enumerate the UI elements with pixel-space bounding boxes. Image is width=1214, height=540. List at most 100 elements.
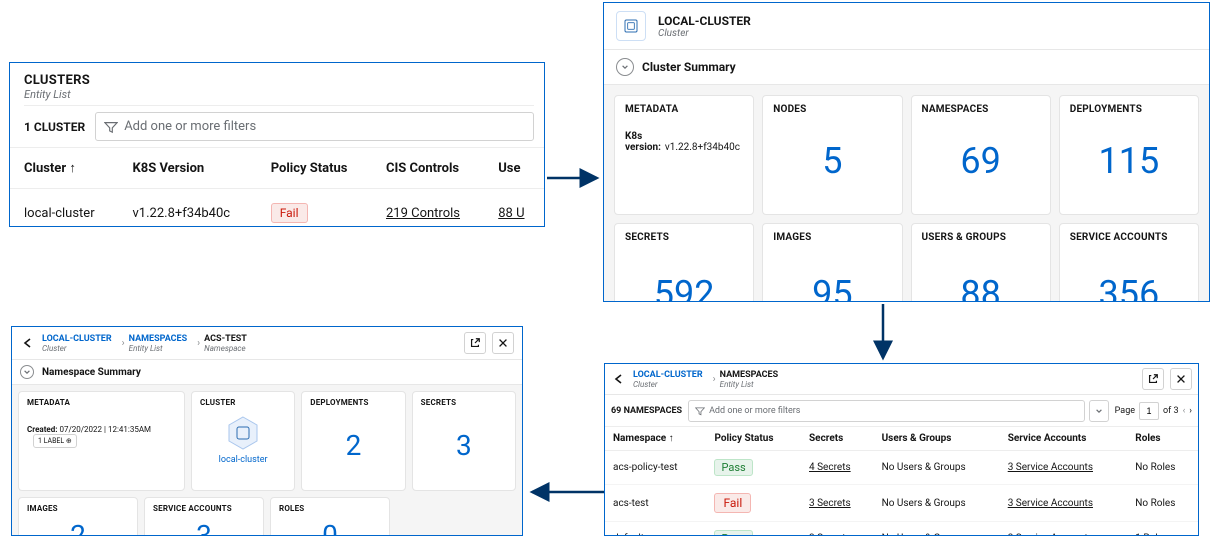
- tile-value: 2: [310, 429, 396, 462]
- namespaces-list-panel: LOCAL-CLUSTERCluster › NAMESPACESEntity …: [604, 363, 1199, 536]
- cis-link[interactable]: 219 Controls: [386, 206, 460, 221]
- page-input[interactable]: [1139, 402, 1159, 420]
- tile-label: IMAGES: [27, 504, 129, 513]
- cluster-hex-icon: [223, 413, 263, 453]
- page-next-button[interactable]: ›: [1189, 406, 1192, 416]
- created-label: Created:: [27, 425, 57, 434]
- clusters-table: Cluster ↑ K8S Version Policy Status CIS …: [10, 147, 544, 237]
- tile-roles[interactable]: ROLES 0: [270, 497, 390, 536]
- tile-label: IMAGES: [773, 232, 891, 243]
- section-header[interactable]: Namespace Summary: [12, 360, 522, 385]
- label-count-pill[interactable]: 1 LABEL ⊕: [33, 434, 77, 448]
- tile-deployments[interactable]: DEPLOYMENTS 2: [301, 391, 405, 491]
- cluster-link[interactable]: local-cluster: [200, 455, 286, 465]
- cell-ug: No Users & Groups: [874, 485, 1000, 522]
- tile-label: SERVICE ACCOUNTS: [153, 504, 255, 513]
- arrow-2: [853, 302, 913, 367]
- tile-images[interactable]: IMAGES2: [18, 497, 138, 536]
- page-of: of 3: [1163, 406, 1179, 416]
- tile-service-accounts[interactable]: SERVICE ACCOUNTS 3: [144, 497, 264, 536]
- tile-deployments[interactable]: DEPLOYMENTS115: [1059, 95, 1199, 215]
- close-button[interactable]: [492, 332, 514, 354]
- page-label: Page: [1115, 406, 1135, 416]
- tile-images[interactable]: IMAGES95: [762, 223, 902, 302]
- tile-label: DEPLOYMENTS: [310, 398, 396, 407]
- secrets-link[interactable]: 4 Secrets: [809, 462, 851, 473]
- sa-link[interactable]: 3 Service Accounts: [1008, 462, 1093, 473]
- tile-cluster[interactable]: CLUSTER local-cluster: [191, 391, 295, 491]
- tile-label: SERVICE ACCOUNTS: [1070, 232, 1188, 243]
- k8s-label: K8s version:: [625, 131, 661, 153]
- chevron-down-icon: [20, 365, 34, 379]
- cell-ns: acs-policy-test: [605, 451, 706, 485]
- breadcrumb-cluster[interactable]: LOCAL-CLUSTERCluster: [42, 334, 112, 353]
- namespace-summary-panel: LOCAL-CLUSTERCluster › NAMESPACESEntity …: [11, 326, 523, 536]
- tile-secrets[interactable]: SECRETS 592: [614, 223, 754, 302]
- secrets-link[interactable]: 3 Secrets: [809, 533, 851, 536]
- col-cis[interactable]: CIS Controls: [372, 148, 484, 189]
- filter-placeholder: Add one or more filters: [124, 119, 256, 134]
- tile-value: 69: [922, 140, 1040, 182]
- clusters-count: 1 CLUSTER: [24, 120, 85, 134]
- sa-link[interactable]: 3 Service Accounts: [1008, 498, 1093, 509]
- tile-label: ROLES: [279, 504, 381, 513]
- tile-nodes[interactable]: NODES 5: [762, 95, 902, 215]
- tile-value: 3: [153, 519, 255, 536]
- tile-label: NODES: [773, 104, 891, 115]
- tile-users-groups[interactable]: USERS & GROUPS 88: [911, 223, 1051, 302]
- open-external-button[interactable]: [1142, 368, 1164, 390]
- table-row[interactable]: defaultPass3 SecretsNo Users & Groups3 S…: [605, 522, 1198, 537]
- tile-value: 592: [625, 273, 743, 302]
- secrets-link[interactable]: 3 Secrets: [809, 498, 851, 509]
- col-sa[interactable]: Service Accounts: [1000, 427, 1128, 451]
- created-value: 07/20/2022 | 12:41:35AM: [59, 425, 151, 434]
- breadcrumb-cluster[interactable]: LOCAL-CLUSTERCluster: [633, 370, 703, 389]
- tile-metadata: METADATA K8s version:v1.22.8+f34b40c: [614, 95, 754, 215]
- tile-label: METADATA: [625, 104, 743, 115]
- table-row[interactable]: acs-policy-testPass4 SecretsNo Users & G…: [605, 451, 1198, 485]
- cell-roles: 1 Role: [1127, 522, 1198, 537]
- col-cluster[interactable]: Cluster ↑: [10, 148, 119, 189]
- close-button[interactable]: [1170, 368, 1192, 390]
- col-users[interactable]: Use: [484, 148, 544, 189]
- filter-input[interactable]: Add one or more filters: [688, 400, 1085, 422]
- tile-value: 88: [922, 273, 1040, 302]
- clusters-panel: CLUSTERS Entity List 1 CLUSTER Add one o…: [9, 62, 545, 227]
- breadcrumb-namespaces[interactable]: NAMESPACESEntity List: [129, 334, 188, 353]
- tile-value: 5: [773, 140, 891, 182]
- tile-service-accounts[interactable]: SERVICE ACCOUNTS356: [1059, 223, 1199, 302]
- col-roles[interactable]: Roles: [1127, 427, 1198, 451]
- section-title: Namespace Summary: [42, 367, 141, 378]
- col-k8s[interactable]: K8S Version: [119, 148, 257, 189]
- status-badge: Fail: [271, 203, 308, 223]
- tile-namespaces[interactable]: NAMESPACES69: [911, 95, 1051, 215]
- col-ug[interactable]: Users & Groups: [874, 427, 1000, 451]
- filter-input[interactable]: Add one or more filters: [95, 112, 534, 141]
- col-policy[interactable]: Policy Status: [257, 148, 372, 189]
- users-link[interactable]: 88 U: [498, 206, 524, 221]
- col-policy[interactable]: Policy Status: [706, 427, 801, 451]
- sa-link[interactable]: 3 Service Accounts: [1008, 533, 1093, 536]
- col-ns[interactable]: Namespace ↑: [605, 427, 706, 451]
- table-row[interactable]: acs-testFail3 SecretsNo Users & Groups3 …: [605, 485, 1198, 522]
- cell-ug: No Users & Groups: [874, 522, 1000, 537]
- tile-label: USERS & GROUPS: [922, 232, 1040, 243]
- filter-dropdown[interactable]: [1089, 400, 1109, 422]
- col-secrets[interactable]: Secrets: [801, 427, 874, 451]
- back-button[interactable]: [20, 337, 36, 349]
- cell-ns: default: [605, 522, 706, 537]
- tile-value: 3: [421, 429, 507, 462]
- tile-secrets[interactable]: SECRETS3: [412, 391, 516, 491]
- tile-value: 0: [279, 519, 381, 536]
- filter-icon: [104, 120, 118, 134]
- section-header[interactable]: Cluster Summary: [604, 50, 1209, 85]
- open-external-button[interactable]: [464, 332, 486, 354]
- chevron-down-icon: [616, 58, 634, 76]
- table-row[interactable]: local-cluster v1.22.8+f34b40c Fail 219 C…: [10, 189, 544, 238]
- back-button[interactable]: [611, 373, 627, 385]
- page-prev-button[interactable]: ‹: [1183, 406, 1186, 416]
- tile-label: SECRETS: [625, 232, 743, 243]
- cluster-name: LOCAL-CLUSTER: [658, 14, 751, 28]
- namespaces-table: Namespace ↑ Policy Status Secrets Users …: [605, 427, 1198, 536]
- filter-icon: [695, 406, 705, 416]
